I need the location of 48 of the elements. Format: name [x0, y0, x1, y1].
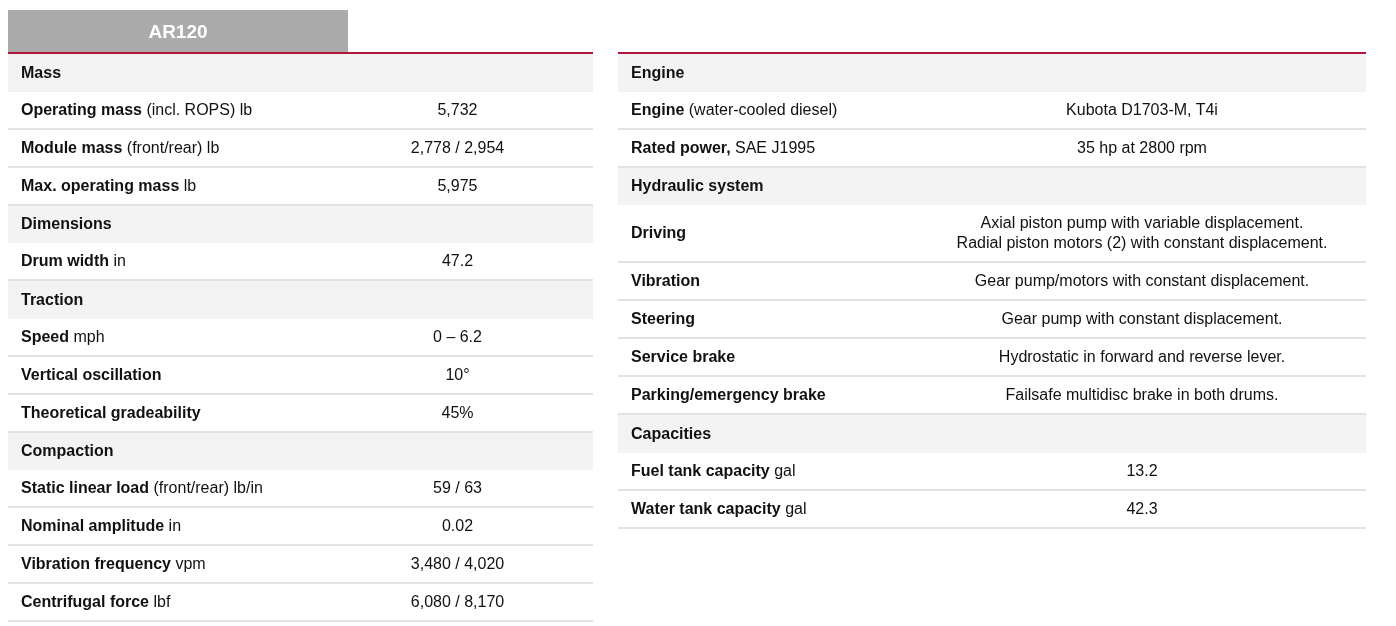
spec-value: 35 hp at 2800 rpm — [1076, 137, 1208, 158]
spec-label: Centrifugal force lbf — [21, 593, 172, 611]
spec-label: Vibration frequency vpm — [21, 555, 207, 573]
spec-value: 45% — [440, 402, 475, 423]
spec-value: 2,778 / 2,954 — [409, 137, 506, 158]
spec-value: 42.3 — [1125, 498, 1159, 519]
section-heading: Engine — [618, 54, 1366, 92]
spec-label: Static linear load (front/rear) lb/in — [21, 479, 264, 497]
spec-value: 5,732 — [436, 99, 479, 120]
spec-label: Rated power, SAE J1995 — [631, 138, 817, 157]
spec-label: Speed mph — [21, 327, 106, 346]
section-heading: Hydraulic system — [618, 167, 1366, 205]
spec-label: Fuel tank capacity gal — [631, 461, 797, 480]
spec-value: Failsafe multidisc brake in both drums. — [1004, 385, 1280, 405]
section-heading: Capacities — [618, 415, 1366, 453]
spec-label: Vibration — [631, 272, 702, 290]
section-heading: Traction — [8, 281, 593, 319]
spec-label: Theoretical gradeability — [21, 403, 202, 422]
spec-value: Gear pump/motors with constant displacement. — [973, 271, 1311, 291]
spec-value: Gear pump with constant displacement. — [1000, 309, 1284, 329]
spec-value: 6,080 / 8,170 — [409, 592, 506, 612]
spec-value: 0.02 — [440, 516, 475, 536]
spec-value: 10° — [444, 364, 471, 385]
spec-value: 47.2 — [440, 251, 475, 271]
spec-label: Service brake — [631, 348, 737, 366]
spec-value: 5,975 — [436, 175, 479, 196]
spec-label: Drum width in — [21, 252, 127, 270]
spec-label: Max. operating mass lb — [21, 176, 198, 195]
spec-value: 59 / 63 — [432, 478, 483, 498]
spec-value: 0 – 6.2 — [432, 326, 483, 347]
spec-value: Kubota D1703-M, T4i — [1065, 99, 1219, 120]
spec-label: Operating mass (incl. ROPS) lb — [21, 100, 254, 119]
spec-value: Axial piston pump with variable displacement. Radial piston motors (2) with constant displacement. — [955, 213, 1329, 253]
spec-label: Module mass (front/rear) lb — [21, 138, 221, 157]
section-heading: Compaction — [8, 432, 593, 470]
spec-label: Engine (water-cooled diesel) — [631, 100, 839, 119]
spec-label: Steering — [631, 310, 696, 328]
spec-label: Driving — [631, 224, 688, 242]
spec-value: 13.2 — [1125, 460, 1159, 481]
model-heading: AR120 — [8, 10, 348, 52]
spec-label: Vertical oscillation — [21, 365, 163, 384]
section-heading: Dimensions — [8, 205, 593, 243]
spec-value: Hydrostatic in forward and reverse lever. — [997, 347, 1287, 367]
spec-label: Parking/emergency brake — [631, 386, 827, 404]
spec-value: 3,480 / 4,020 — [409, 554, 506, 574]
section-heading: Mass — [8, 54, 593, 92]
spec-label: Water tank capacity gal — [631, 499, 808, 518]
spec-label: Nominal amplitude in — [21, 517, 183, 535]
